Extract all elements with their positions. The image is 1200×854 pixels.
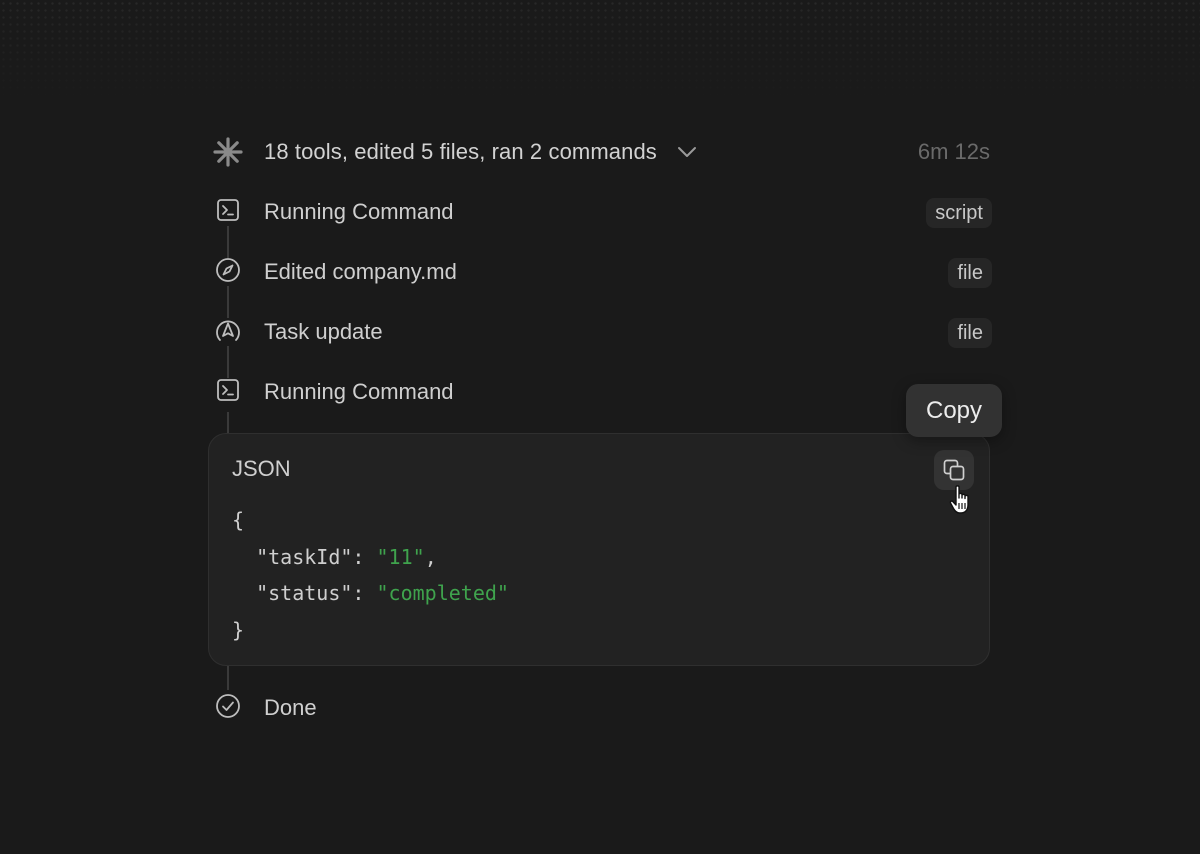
step-label: Done	[264, 695, 317, 720]
step-list: Running Command script Edited company.md…	[208, 182, 992, 738]
navigation-arrow-icon	[215, 317, 241, 348]
step-label: Edited company.md	[264, 259, 457, 284]
json-key: "status"	[256, 581, 353, 605]
sparkle-icon	[210, 137, 246, 167]
summary-header[interactable]: 18 tools, edited 5 files, ran 2 commands…	[210, 122, 992, 182]
copy-tooltip: Copy	[906, 384, 1002, 437]
compass-icon	[215, 257, 241, 288]
timeline-connector	[227, 240, 229, 258]
json-string-value: "completed"	[376, 581, 509, 605]
json-code-block: { "taskId": "11", "status": "completed" …	[232, 508, 509, 642]
hand-pointer-cursor-icon	[948, 483, 982, 522]
timeline-connector	[227, 300, 229, 318]
code-line: {	[232, 508, 245, 532]
copy-icon	[943, 459, 965, 481]
json-panel-wrapper: JSON { "taskId": "11", "status": "comple…	[208, 412, 992, 678]
timeline-connector	[227, 666, 229, 690]
step-label: Running Command	[264, 199, 454, 224]
step-tag: file	[948, 318, 992, 348]
timeline-connector	[227, 360, 229, 378]
timeline-connector	[227, 412, 229, 434]
code-line: }	[232, 617, 245, 642]
terminal-icon	[216, 198, 240, 227]
step-label: Running Command	[264, 379, 454, 404]
step-label: Task update	[264, 319, 383, 344]
step-task-update[interactable]: Task update file	[210, 300, 992, 364]
check-circle-icon	[215, 693, 241, 724]
json-key: "taskId"	[256, 544, 353, 569]
code-language-label: JSON	[232, 456, 291, 481]
json-string-value: "11"	[376, 544, 425, 569]
chevron-down-icon[interactable]	[677, 146, 697, 158]
step-edited-file[interactable]: Edited company.md file	[210, 240, 992, 304]
elapsed-time: 6m 12s	[917, 139, 990, 164]
step-tag: script	[926, 198, 992, 228]
step-done[interactable]: Done	[210, 666, 992, 738]
json-code-panel: JSON { "taskId": "11", "status": "comple…	[208, 433, 990, 666]
summary-text: 18 tools, edited 5 files, ran 2 commands	[264, 139, 657, 164]
step-running-command[interactable]: Running Command	[210, 360, 992, 422]
step-tag: file	[948, 258, 992, 288]
step-running-command[interactable]: Running Command script	[210, 182, 992, 244]
terminal-icon	[216, 378, 240, 407]
dotted-background	[0, 0, 1200, 110]
activity-timeline: 18 tools, edited 5 files, ran 2 commands…	[208, 122, 992, 738]
